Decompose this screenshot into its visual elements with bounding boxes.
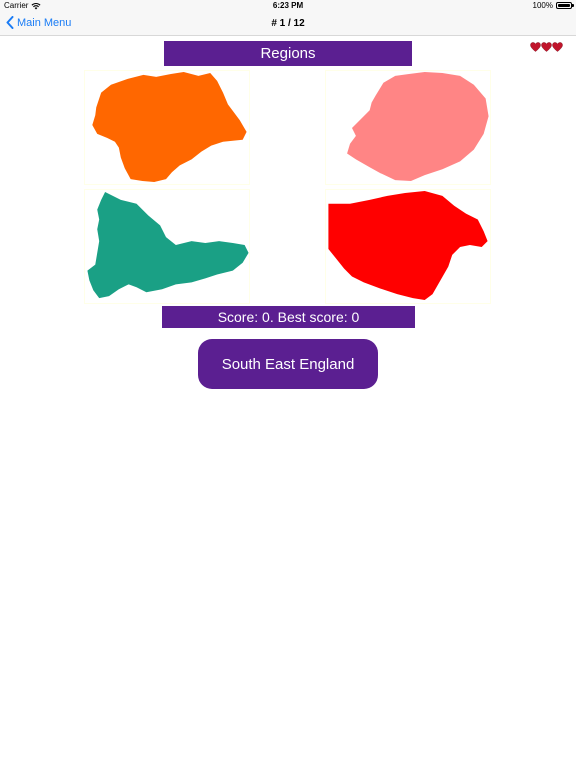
region-tile-teal[interactable] [84, 189, 250, 304]
heart-icon [541, 42, 552, 52]
region-tile-red[interactable] [325, 189, 491, 304]
region-shape-orange [92, 71, 247, 183]
category-title: Regions [164, 41, 412, 66]
heart-icon [552, 42, 563, 52]
battery-icon [556, 2, 574, 9]
region-shape-teal [87, 191, 249, 299]
lives-indicator [530, 42, 563, 52]
status-time: 6:23 PM [272, 1, 304, 10]
region-shape-pink [347, 71, 489, 182]
region-tile-pink[interactable] [325, 70, 491, 185]
status-bar: Carrier 6:23 PM 100% [0, 0, 576, 12]
region-tile-orange[interactable] [84, 70, 250, 185]
heart-icon [530, 42, 541, 52]
region-shape-red [328, 190, 488, 301]
question-counter: # 1 / 12 [271, 18, 305, 29]
status-right: 100% [532, 1, 574, 10]
answer-button[interactable]: South East England [198, 339, 378, 389]
battery-percent: 100% [532, 1, 553, 10]
navigation-bar: Main Menu # 1 / 12 [0, 12, 576, 36]
score-display: Score: 0. Best score: 0 [162, 306, 415, 328]
